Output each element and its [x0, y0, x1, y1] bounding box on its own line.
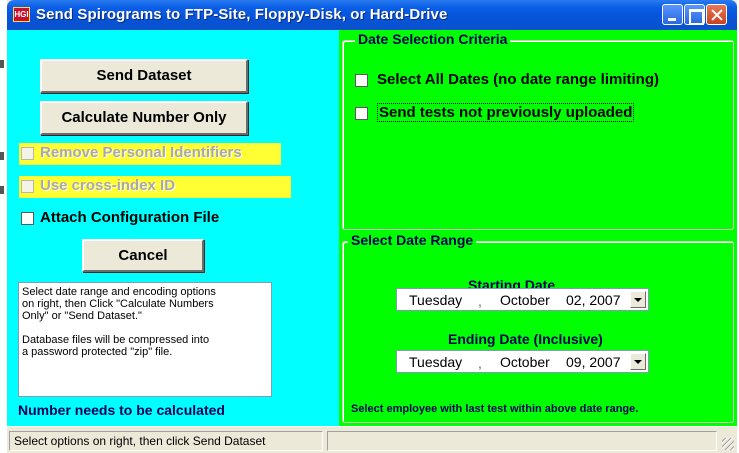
right-criteria-panel: Date Selection Criteria Select All Dates… — [339, 30, 737, 426]
date-day[interactable]: Tuesday — [409, 354, 462, 370]
starting-date-picker[interactable]: Tuesday , October 02, 2007 — [396, 288, 649, 311]
resize-grip-icon[interactable] — [722, 438, 734, 450]
edge-mark — [0, 60, 4, 68]
window-title: Send Spirograms to FTP-Site, Floppy-Disk… — [36, 6, 448, 23]
dialog-window: HGI Send Spirograms to FTP-Site, Floppy-… — [7, 0, 737, 453]
edge-mark — [0, 152, 4, 160]
cross-index-option: Use cross-index ID — [19, 176, 291, 198]
status-bar-pane — [327, 431, 717, 451]
dropdown-arrow-icon[interactable] — [630, 291, 646, 308]
cross-index-checkbox[interactable] — [21, 180, 34, 193]
not-uploaded-label[interactable]: Send tests not previously uploaded — [377, 103, 635, 122]
status-bar-pane: Select options on right, then click Send… — [9, 431, 323, 451]
attach-config-label[interactable]: Attach Configuration File — [40, 209, 219, 226]
attach-config-option: Attach Configuration File — [19, 208, 269, 230]
not-uploaded-checkbox[interactable] — [355, 107, 368, 120]
instructions-textbox[interactable]: Select date range and encoding options o… — [18, 282, 272, 397]
instructions-paragraph: Select date range and encoding options o… — [22, 286, 216, 322]
date-day-year[interactable]: 09, 2007 — [566, 354, 621, 370]
ending-date-label: Ending Date (Inclusive) — [448, 331, 603, 347]
select-all-dates-checkbox[interactable] — [355, 74, 368, 87]
remove-identifiers-label: Remove Personal Identifiers — [40, 144, 242, 161]
left-edge-strip — [0, 0, 7, 453]
edge-mark — [0, 186, 4, 194]
date-month[interactable]: October — [500, 354, 550, 370]
date-separator: , — [478, 355, 482, 371]
date-range-footnote: Select employee with last test within ab… — [351, 403, 639, 415]
maximize-button[interactable] — [684, 4, 705, 25]
date-day-year[interactable]: 02, 2007 — [566, 292, 621, 308]
status-bar: Select options on right, then click Send… — [7, 426, 737, 453]
attach-config-checkbox[interactable] — [21, 212, 34, 225]
app-icon: HGI — [13, 7, 30, 22]
left-options-panel: Send Dataset Calculate Number Only Remov… — [7, 30, 339, 426]
title-bar[interactable]: HGI Send Spirograms to FTP-Site, Floppy-… — [7, 0, 737, 30]
calculation-status-label: Number needs to be calculated — [18, 402, 225, 418]
cross-index-label: Use cross-index ID — [40, 177, 176, 194]
group-title: Select Date Range — [348, 232, 477, 248]
send-dataset-button[interactable]: Send Dataset — [40, 59, 248, 93]
remove-identifiers-checkbox[interactable] — [21, 147, 34, 160]
dropdown-arrow-icon[interactable] — [630, 353, 646, 370]
cancel-button[interactable]: Cancel — [82, 239, 204, 272]
instructions-paragraph: Database files will be compressed into a… — [22, 334, 210, 358]
select-all-dates-label[interactable]: Select All Dates (no date range limiting… — [377, 71, 659, 88]
date-day[interactable]: Tuesday — [409, 292, 462, 308]
ending-date-picker[interactable]: Tuesday , October 09, 2007 — [396, 350, 649, 373]
calculate-number-button[interactable]: Calculate Number Only — [40, 101, 248, 135]
close-button[interactable] — [706, 4, 727, 25]
date-selection-criteria-group: Date Selection Criteria — [342, 31, 734, 230]
group-title: Date Selection Criteria — [355, 31, 511, 47]
date-month[interactable]: October — [500, 292, 550, 308]
remove-identifiers-option: Remove Personal Identifiers — [19, 143, 281, 165]
minimize-button[interactable] — [662, 4, 683, 25]
date-separator: , — [478, 293, 482, 309]
